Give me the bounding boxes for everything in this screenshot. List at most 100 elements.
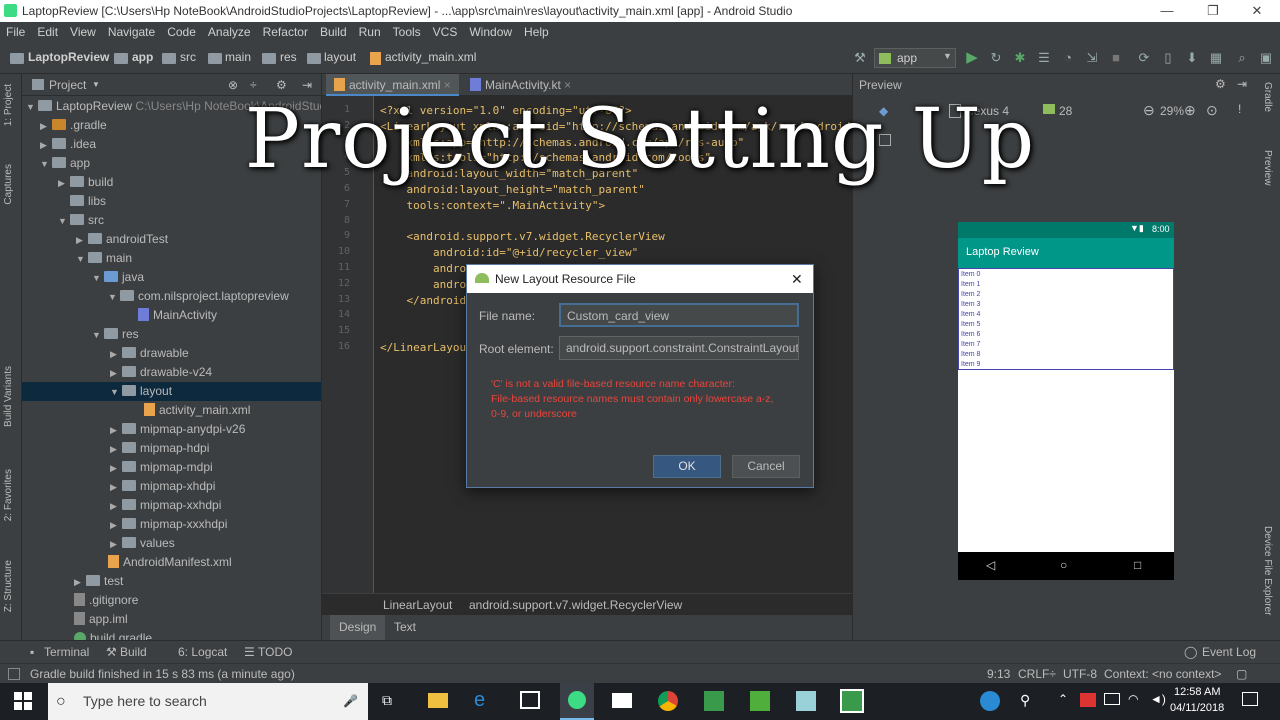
menu-view[interactable]: View (64, 22, 102, 42)
tree-item-manifest[interactable]: AndroidManifest.xml (22, 553, 321, 572)
menu-vcs[interactable]: VCS (427, 22, 464, 42)
app-c-icon[interactable] (750, 691, 770, 711)
file-name-input[interactable]: Custom_card_view (559, 303, 799, 327)
stop-icon[interactable]: ■ (1108, 50, 1124, 66)
store-icon[interactable] (520, 691, 540, 709)
taskbar-search[interactable]: ○ Type here to search 🎤 (48, 683, 368, 720)
android-studio-task-icon[interactable] (560, 683, 594, 720)
run-icon[interactable]: ▶ (964, 50, 980, 66)
context-indicator[interactable]: Context: <no context> (1104, 664, 1221, 684)
minimize-button[interactable]: — (1144, 0, 1190, 22)
tree-item-app-iml[interactable]: app.iml (22, 610, 321, 629)
todo-tab[interactable]: TODO (258, 641, 292, 664)
close-icon[interactable]: ✕ (791, 265, 803, 293)
favorites-tool-tab[interactable]: 2: Favorites (3, 469, 14, 521)
breadcrumb-src[interactable]: src (180, 50, 196, 64)
tree-item-mipmap-xhdpi[interactable]: ▶ mipmap-xhdpi (22, 477, 321, 496)
sync-gradle-icon[interactable]: ⟳ (1136, 50, 1152, 66)
tree-item-mipmap-xxhdpi[interactable]: ▶ mipmap-xxhdpi (22, 496, 321, 515)
camtasia-icon[interactable] (704, 691, 724, 711)
file-encoding[interactable]: UTF-8 (1063, 664, 1097, 684)
microphone-icon[interactable]: 🎤 (343, 683, 358, 720)
battery-icon[interactable] (1104, 693, 1120, 705)
volume-icon[interactable]: ◄) (1150, 692, 1166, 706)
logcat-tab[interactable]: 6: Logcat (178, 641, 227, 664)
search-icon[interactable]: ⌕ (1234, 50, 1250, 66)
menu-refactor[interactable]: Refactor (257, 22, 314, 42)
menu-file[interactable]: File (0, 22, 31, 42)
breadcrumb-project[interactable]: LaptopReview (28, 50, 109, 64)
close-window-button[interactable]: ✕ (1234, 0, 1280, 22)
file-explorer-icon[interactable] (428, 693, 448, 708)
notification-icon[interactable] (1242, 692, 1258, 706)
line-separator[interactable]: CRLF÷ (1018, 664, 1056, 684)
menu-analyze[interactable]: Analyze (202, 22, 257, 42)
notes-icon[interactable] (796, 691, 816, 711)
breadcrumb-app[interactable]: app (132, 50, 153, 64)
wifi-tray-icon[interactable]: ◠ (1128, 692, 1138, 706)
breadcrumb-recyclerview[interactable]: android.support.v7.widget.RecyclerView (469, 594, 682, 616)
structure-tool-tab[interactable]: Z: Structure (3, 560, 14, 612)
tree-item-res[interactable]: ▼ res (22, 325, 321, 344)
breadcrumb-linearlayout[interactable]: LinearLayout (383, 594, 452, 616)
avd-manager-icon[interactable]: ▯ (1160, 50, 1176, 66)
tab-text[interactable]: Text (385, 615, 425, 640)
maximize-button[interactable]: ❐ (1190, 0, 1236, 22)
coverage-icon[interactable]: ☰ (1036, 50, 1052, 66)
tree-item-package[interactable]: ▼ com.nilsproject.laptopreview (22, 287, 321, 306)
event-log-tab[interactable]: Event Log (1202, 641, 1256, 664)
tree-item-main[interactable]: ▼ main (22, 249, 321, 268)
tree-item-java[interactable]: ▼ java (22, 268, 321, 287)
tab-design[interactable]: Design (330, 615, 386, 640)
caret-position[interactable]: 9:13 (987, 664, 1010, 684)
windows-start-icon[interactable] (14, 692, 32, 710)
debug-icon[interactable]: ✱ (1012, 50, 1028, 66)
sdk-manager-icon[interactable]: ⬇ (1184, 50, 1200, 66)
tree-item-drawable[interactable]: ▶ drawable (22, 344, 321, 363)
menu-run[interactable]: Run (353, 22, 387, 42)
tree-item-src[interactable]: ▼ src (22, 211, 321, 230)
ok-button[interactable]: OK (653, 455, 721, 478)
cancel-button[interactable]: Cancel (732, 455, 800, 478)
tree-item-values[interactable]: ▶ values (22, 534, 321, 553)
menu-build[interactable]: Build (314, 22, 353, 42)
hide-panel-icon[interactable]: ⇥ (1237, 77, 1247, 91)
menu-code[interactable]: Code (161, 22, 202, 42)
app-c2-icon[interactable] (840, 689, 864, 713)
tree-item-drawable-v24[interactable]: ▶ drawable-v24 (22, 363, 321, 382)
hammer-icon[interactable]: ⚒ (852, 50, 868, 66)
tree-item-mipmap-xxxhdpi[interactable]: ▶ mipmap-xxxhdpi (22, 515, 321, 534)
tree-item-activity-main[interactable]: activity_main.xml (22, 401, 321, 420)
close-tab-icon[interactable]: × (444, 78, 451, 92)
attach-debugger-icon[interactable]: ⇲ (1084, 50, 1100, 66)
breadcrumb-file[interactable]: activity_main.xml (385, 50, 476, 64)
breadcrumb-layout[interactable]: layout (324, 50, 356, 64)
tree-item-mainactivity[interactable]: MainActivity (22, 306, 321, 325)
help-tray-icon[interactable] (980, 691, 1000, 711)
tree-item-mipmap-hdpi[interactable]: ▶ mipmap-hdpi (22, 439, 321, 458)
tree-item-layout[interactable]: ▼ layout (22, 382, 321, 401)
breadcrumb-main[interactable]: main (225, 50, 251, 64)
tree-item-androidtest[interactable]: ▶ androidTest (22, 230, 321, 249)
tree-item-mipmap-mdpi[interactable]: ▶ mipmap-mdpi (22, 458, 321, 477)
tree-item-libs[interactable]: libs (22, 192, 321, 211)
menu-window[interactable]: Window (463, 22, 518, 42)
close-tab-icon[interactable]: × (564, 78, 571, 92)
build-tab[interactable]: Build (120, 641, 147, 664)
status-toggle-icon[interactable] (8, 668, 20, 680)
chrome-icon[interactable] (658, 691, 678, 711)
people-icon[interactable]: ⚲ (1020, 692, 1030, 709)
profiler-icon[interactable]: ◔ (1060, 50, 1076, 66)
clock-date[interactable]: 04/11/2018 (1170, 702, 1224, 714)
root-element-input[interactable]: android.support.constraint.ConstraintLay… (559, 336, 799, 360)
clock-time[interactable]: 12:58 AM (1174, 686, 1220, 698)
tree-item-test[interactable]: ▶ test (22, 572, 321, 591)
run-config-select[interactable]: app ▼ (874, 48, 956, 68)
tree-item-mipmap-anydpi[interactable]: ▶ mipmap-anydpi-v26 (22, 420, 321, 439)
terminal-tab[interactable]: Terminal (44, 641, 89, 664)
build-variants-tool-tab[interactable]: Build Variants (3, 366, 14, 427)
tree-item-build-gradle[interactable]: build.gradle (22, 629, 321, 640)
mail-icon[interactable] (612, 693, 632, 708)
menu-navigate[interactable]: Navigate (102, 22, 161, 42)
apply-changes-icon[interactable]: ↻ (988, 50, 1004, 66)
